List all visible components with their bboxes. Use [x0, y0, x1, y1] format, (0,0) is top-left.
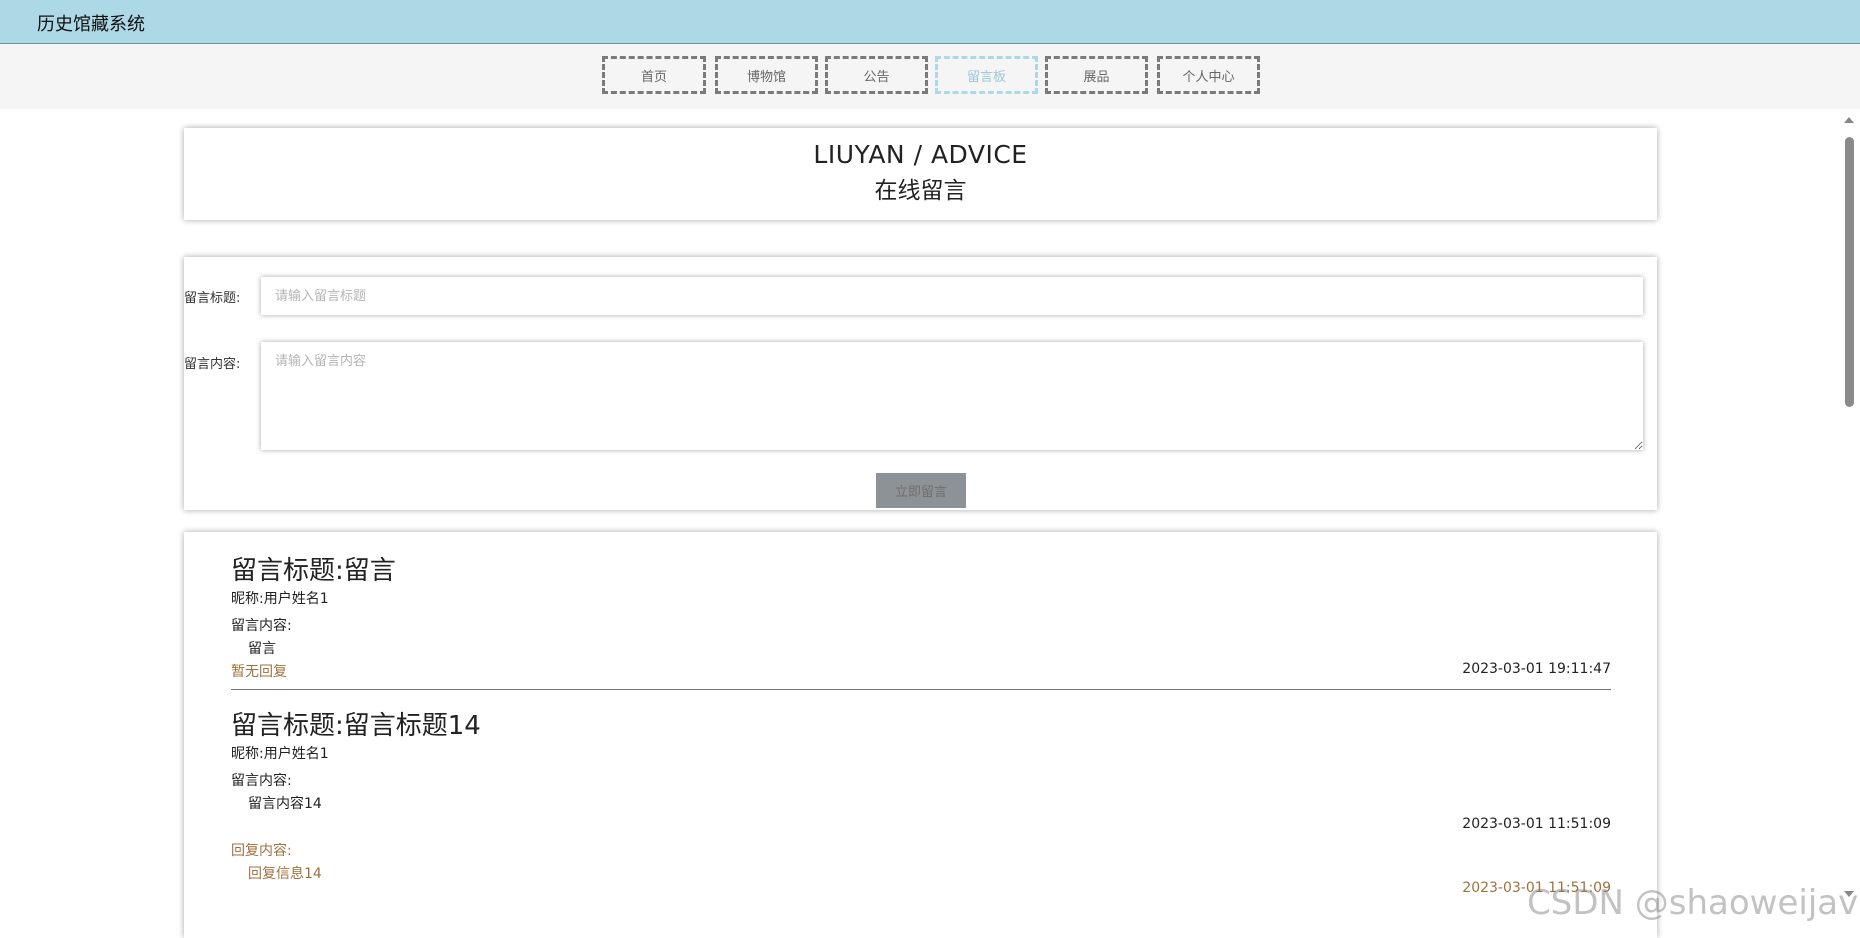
message-content-label: 留言内容: — [231, 773, 292, 789]
watermark: CSDN @shaoweijava — [1527, 883, 1860, 923]
list-item: 留言标题:留言 昵称:用户姓名1 留言内容: 留言 暂无回复 2023-03-0… — [231, 532, 1611, 692]
reply-content: 回复信息14 — [248, 866, 322, 882]
list-item: 留言标题:留言标题14 昵称:用户姓名1 留言内容: 留言内容14 2023-0… — [231, 687, 1611, 938]
content-label: 留言内容: — [184, 357, 241, 372]
reply-label: 回复内容: — [231, 843, 292, 859]
scroll-thumb[interactable] — [1845, 137, 1854, 407]
no-reply-status: 暂无回复 — [231, 664, 287, 680]
page-header: LIUYAN / ADVICE 在线留言 — [184, 128, 1657, 220]
nav-item-exhibits[interactable]: 展品 — [1045, 56, 1148, 94]
nav-item-museum[interactable]: 博物馆 — [715, 56, 818, 94]
message-content: 留言 — [248, 641, 276, 657]
message-time: 2023-03-01 19:11:47 — [1462, 661, 1611, 677]
title-label: 留言标题: — [184, 291, 241, 306]
page-title: 在线留言 — [874, 178, 967, 204]
message-content: 留言内容14 — [248, 796, 322, 812]
message-time: 2023-03-01 11:51:09 — [1462, 816, 1611, 832]
message-content-label: 留言内容: — [231, 618, 292, 634]
scroll-up-icon[interactable] — [1844, 117, 1854, 123]
nav-item-home[interactable]: 首页 — [602, 56, 706, 94]
page-title-en: LIUYAN / ADVICE — [813, 140, 1028, 169]
nav-item-announcements[interactable]: 公告 — [825, 56, 928, 94]
nav-bar — [0, 44, 1860, 109]
message-content-textarea[interactable] — [261, 342, 1643, 450]
top-bar: 历史馆藏系统 — [0, 0, 1860, 44]
message-title-input[interactable] — [261, 277, 1643, 315]
message-nickname: 昵称:用户姓名1 — [231, 591, 329, 607]
nav-item-message-board[interactable]: 留言板 — [935, 56, 1038, 94]
message-list: 留言标题:留言 昵称:用户姓名1 留言内容: 留言 暂无回复 2023-03-0… — [184, 532, 1657, 938]
page-scrollbar[interactable] — [1842, 117, 1856, 897]
message-form: 留言标题: 留言内容: 立即留言 — [184, 257, 1657, 510]
app-title: 历史馆藏系统 — [37, 14, 145, 35]
submit-message-button[interactable]: 立即留言 — [876, 473, 966, 508]
message-title: 留言标题:留言 — [231, 556, 396, 586]
message-nickname: 昵称:用户姓名1 — [231, 746, 329, 762]
nav-item-personal-center[interactable]: 个人中心 — [1157, 56, 1260, 94]
message-title: 留言标题:留言标题14 — [231, 711, 481, 741]
